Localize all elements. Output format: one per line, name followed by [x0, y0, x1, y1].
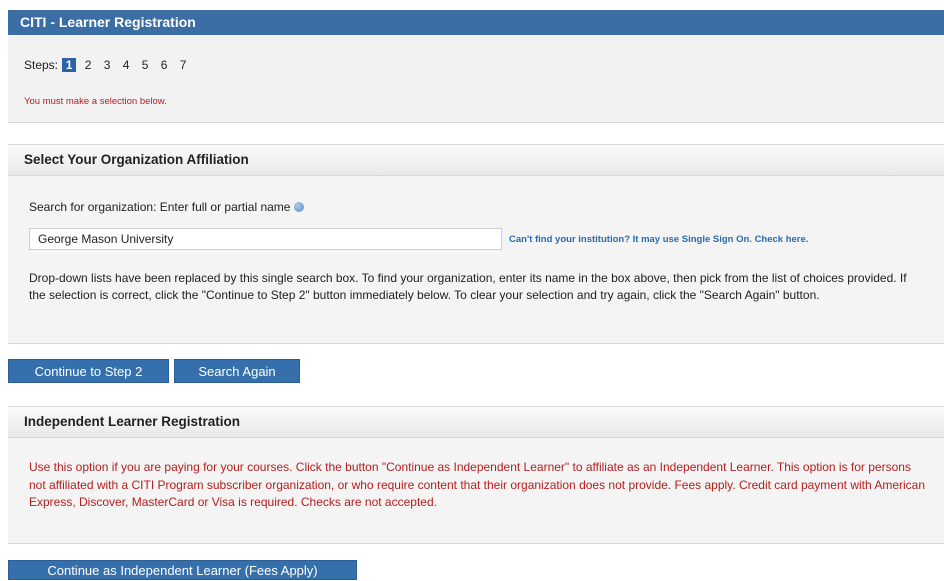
search-again-button[interactable]: Search Again: [174, 359, 300, 383]
page-title: CITI - Learner Registration: [20, 14, 196, 30]
steps-panel: [8, 35, 944, 123]
organization-search-input[interactable]: [29, 228, 502, 250]
selection-warning: You must make a selection below.: [24, 96, 167, 107]
independent-heading-text: Independent Learner Registration: [24, 414, 241, 429]
step-1: 1: [62, 58, 77, 72]
help-icon[interactable]: [294, 201, 305, 212]
continue-independent-learner-button[interactable]: Continue as Independent Learner (Fees Ap…: [8, 560, 357, 580]
search-label: Search for organization: Enter full or p…: [29, 200, 305, 214]
continue-to-step-2-button[interactable]: Continue to Step 2: [8, 359, 169, 383]
step-7: 7: [179, 58, 187, 72]
step-2: 2: [84, 58, 92, 72]
search-label-text: Search for organization: Enter full or p…: [29, 200, 291, 214]
step-3: 3: [103, 58, 111, 72]
step-6: 6: [160, 58, 168, 72]
independent-description: Use this option if you are paying for yo…: [29, 460, 926, 509]
step-5: 5: [141, 58, 149, 72]
page-title-bar: CITI - Learner Registration: [8, 10, 944, 35]
steps-indicator: Steps: 1 2 3 4 5 6 7: [24, 58, 195, 72]
org-heading-text: Select Your Organization Affiliation: [24, 152, 249, 167]
org-instructions: Drop-down lists have been replaced by th…: [29, 271, 907, 302]
steps-label: Steps:: [24, 58, 59, 72]
sso-help-link[interactable]: Can't find your institution? It may use …: [509, 234, 808, 245]
org-section-heading: Select Your Organization Affiliation: [8, 144, 944, 176]
independent-section-heading: Independent Learner Registration: [8, 406, 944, 438]
step-4: 4: [122, 58, 130, 72]
